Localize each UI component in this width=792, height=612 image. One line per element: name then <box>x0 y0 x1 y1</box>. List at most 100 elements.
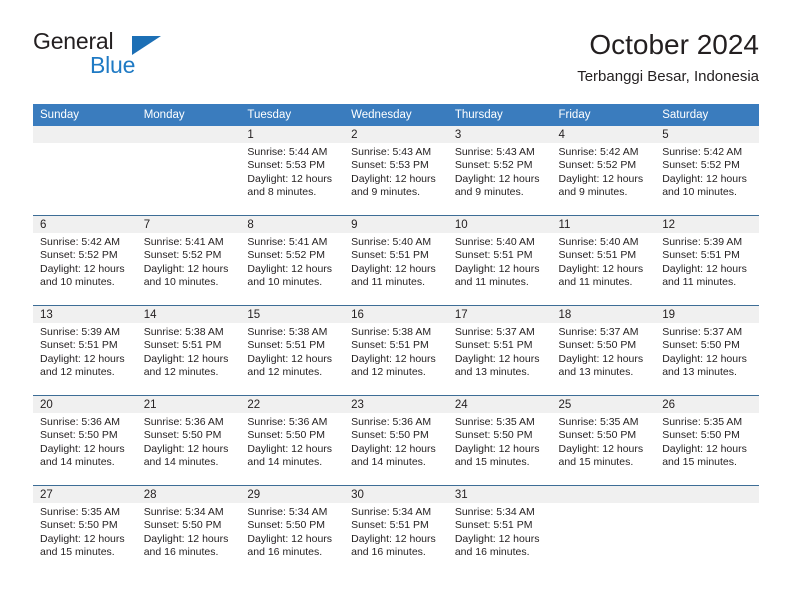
day-cell-inner: 30 Sunrise: 5:34 AM Sunset: 5:51 PM Dayligh… <box>344 486 448 575</box>
logo-triangle-icon <box>132 36 161 55</box>
day-cell-inner: 2 Sunrise: 5:43 AM Sunset: 5:53 PM Daylight… <box>344 126 448 215</box>
sunrise-time: Sunrise: 5:42 AM <box>40 236 120 248</box>
calendar-day-cell[interactable]: 18 Sunrise: 5:37 AM Sunset: 5:50 PM Dayligh… <box>551 305 656 396</box>
calendar-day-cell[interactable]: 11 Sunrise: 5:40 AM Sunset: 5:51 PM Dayligh… <box>551 215 656 306</box>
day-details: Sunrise: 5:34 AM Sunset: 5:50 PM Daylight:… <box>137 503 241 560</box>
calendar-day-cell[interactable]: 23 Sunrise: 5:36 AM Sunset: 5:50 PM Dayligh… <box>344 395 448 486</box>
calendar-day-cell[interactable]: 5 Sunrise: 5:42 AM Sunset: 5:52 PM Daylight… <box>655 126 759 216</box>
day-number: 22 <box>240 396 345 413</box>
day-details: Sunrise: 5:38 AM Sunset: 5:51 PM Daylight:… <box>137 323 241 380</box>
sunrise-time: Sunrise: 5:36 AM <box>247 416 328 428</box>
calendar-day-cell[interactable]: 30 Sunrise: 5:34 AM Sunset: 5:51 PM Dayligh… <box>344 485 448 575</box>
calendar-day-cell[interactable]: 8 Sunrise: 5:41 AM Sunset: 5:52 PM Daylight… <box>240 215 345 306</box>
sunset-time: Sunset: 5:53 PM <box>351 159 429 172</box>
daylight-line-1: Daylight: 12 hours <box>247 262 333 275</box>
calendar-day-cell[interactable]: 27 Sunrise: 5:35 AM Sunset: 5:50 PM Dayligh… <box>33 485 137 575</box>
daylight-line-1: Daylight: 12 hours <box>143 352 229 365</box>
day-cell-inner: 13 Sunrise: 5:39 AM Sunset: 5:51 PM Dayligh… <box>33 306 137 395</box>
daylight-line-2: and 11 minutes. <box>558 276 633 289</box>
calendar-day-cell[interactable]: 20 Sunrise: 5:36 AM Sunset: 5:50 PM Dayligh… <box>33 395 137 486</box>
calendar-day-cell[interactable]: 13 Sunrise: 5:39 AM Sunset: 5:51 PM Dayligh… <box>33 305 137 396</box>
calendar-day-cell[interactable]: 3 Sunrise: 5:43 AM Sunset: 5:52 PM Daylight… <box>447 126 552 216</box>
day-number: 21 <box>136 396 241 413</box>
calendar-day-cell[interactable]: 26 Sunrise: 5:35 AM Sunset: 5:50 PM Dayligh… <box>655 395 759 486</box>
daylight-line-2: and 16 minutes. <box>454 546 530 559</box>
sunset-time: Sunset: 5:50 PM <box>40 429 118 442</box>
calendar-day-cell[interactable]: 4 Sunrise: 5:42 AM Sunset: 5:52 PM Daylight… <box>551 126 656 216</box>
day-details: Sunrise: 5:34 AM Sunset: 5:51 PM Daylight:… <box>344 503 448 560</box>
sunset-time: Sunset: 5:53 PM <box>247 159 326 172</box>
sunset-time: Sunset: 5:52 PM <box>454 159 533 172</box>
day-number: 25 <box>551 396 656 413</box>
calendar-body: 1 Sunrise: 5:44 AM Sunset: 5:53 PM Daylight… <box>33 126 759 575</box>
day-cell-inner: 4 Sunrise: 5:42 AM Sunset: 5:52 PM Daylight… <box>551 126 656 215</box>
sunrise-time: Sunrise: 5:36 AM <box>40 416 120 428</box>
day-cell-inner <box>136 126 241 215</box>
sunset-time: Sunset: 5:51 PM <box>454 249 533 262</box>
day-details <box>655 503 759 506</box>
day-details: Sunrise: 5:42 AM Sunset: 5:52 PM Daylight:… <box>552 143 656 200</box>
daylight-line-2: and 10 minutes. <box>40 276 115 289</box>
sunset-time: Sunset: 5:50 PM <box>351 429 429 442</box>
weekday-header-saturday: Saturday <box>655 104 759 126</box>
daylight-line-2: and 15 minutes. <box>558 456 634 469</box>
daylight-line-1: Daylight: 12 hours <box>558 352 644 365</box>
day-cell-inner: 26 Sunrise: 5:35 AM Sunset: 5:50 PM Dayligh… <box>655 396 759 485</box>
sunrise-time: Sunrise: 5:35 AM <box>662 416 743 428</box>
day-details: Sunrise: 5:38 AM Sunset: 5:51 PM Daylight:… <box>344 323 448 380</box>
calendar-day-cell[interactable]: 31 Sunrise: 5:34 AM Sunset: 5:51 PM Dayligh… <box>447 485 552 575</box>
calendar-day-cell[interactable]: 21 Sunrise: 5:36 AM Sunset: 5:50 PM Dayligh… <box>136 395 241 486</box>
weekday-header-wednesday: Wednesday <box>344 104 448 126</box>
daylight-line-1: Daylight: 12 hours <box>454 172 540 185</box>
daylight-line-1: Daylight: 12 hours <box>247 532 333 545</box>
day-number: 15 <box>240 306 345 323</box>
calendar-day-cell[interactable]: 15 Sunrise: 5:38 AM Sunset: 5:51 PM Dayligh… <box>240 305 345 396</box>
calendar-day-cell[interactable]: 10 Sunrise: 5:40 AM Sunset: 5:51 PM Dayligh… <box>447 215 552 306</box>
calendar-day-cell[interactable]: 2 Sunrise: 5:43 AM Sunset: 5:53 PM Daylight… <box>344 126 448 216</box>
calendar-day-cell[interactable]: 28 Sunrise: 5:34 AM Sunset: 5:50 PM Dayligh… <box>136 485 241 575</box>
title-block: October 2024 Terbanggi Besar, Indonesia <box>577 28 759 88</box>
logo-word-blue: Blue <box>90 52 136 78</box>
calendar-week-row: 13 Sunrise: 5:39 AM Sunset: 5:51 PM Dayligh… <box>33 305 759 396</box>
calendar-day-cell[interactable]: 16 Sunrise: 5:38 AM Sunset: 5:51 PM Dayligh… <box>344 305 448 396</box>
sunset-time: Sunset: 5:51 PM <box>247 339 326 352</box>
sunset-time: Sunset: 5:50 PM <box>662 429 740 442</box>
day-number: 14 <box>136 306 241 323</box>
day-cell-inner <box>33 126 137 215</box>
day-details: Sunrise: 5:35 AM Sunset: 5:50 PM Daylight:… <box>448 413 552 470</box>
calendar-day-cell[interactable]: 6 Sunrise: 5:42 AM Sunset: 5:52 PM Daylight… <box>33 215 137 306</box>
sunrise-time: Sunrise: 5:43 AM <box>454 146 535 158</box>
calendar-day-cell[interactable]: 22 Sunrise: 5:36 AM Sunset: 5:50 PM Dayligh… <box>240 395 345 486</box>
day-details: Sunrise: 5:41 AM Sunset: 5:52 PM Daylight:… <box>137 233 241 290</box>
calendar-day-cell[interactable]: 14 Sunrise: 5:38 AM Sunset: 5:51 PM Dayligh… <box>136 305 241 396</box>
sunrise-time: Sunrise: 5:44 AM <box>247 146 328 158</box>
day-number: 10 <box>447 216 552 233</box>
day-number: 12 <box>655 216 759 233</box>
day-details: Sunrise: 5:40 AM Sunset: 5:51 PM Daylight:… <box>448 233 552 290</box>
day-cell-inner: 17 Sunrise: 5:37 AM Sunset: 5:51 PM Dayligh… <box>447 306 552 395</box>
calendar-day-cell[interactable]: 7 Sunrise: 5:41 AM Sunset: 5:52 PM Daylight… <box>136 215 241 306</box>
day-number: 13 <box>33 306 137 323</box>
calendar-day-cell[interactable]: 19 Sunrise: 5:37 AM Sunset: 5:50 PM Dayligh… <box>655 305 759 396</box>
daylight-line-2: and 12 minutes. <box>40 366 115 379</box>
sunrise-time: Sunrise: 5:35 AM <box>454 416 535 428</box>
day-cell-inner: 5 Sunrise: 5:42 AM Sunset: 5:52 PM Daylight… <box>655 126 759 215</box>
weekday-header-sunday: Sunday <box>33 104 137 126</box>
page-subtitle: Terbanggi Besar, Indonesia <box>577 68 759 85</box>
daylight-line-1: Daylight: 12 hours <box>662 352 747 365</box>
calendar-day-cell[interactable]: 1 Sunrise: 5:44 AM Sunset: 5:53 PM Daylight… <box>240 126 345 216</box>
calendar-day-cell[interactable]: 17 Sunrise: 5:37 AM Sunset: 5:51 PM Dayligh… <box>447 305 552 396</box>
daylight-line-1: Daylight: 12 hours <box>40 442 125 455</box>
calendar-day-cell[interactable]: 25 Sunrise: 5:35 AM Sunset: 5:50 PM Dayligh… <box>551 395 656 486</box>
sunset-time: Sunset: 5:52 PM <box>558 159 637 172</box>
calendar-day-cell[interactable]: 9 Sunrise: 5:40 AM Sunset: 5:51 PM Daylight… <box>344 215 448 306</box>
calendar-day-cell[interactable]: 24 Sunrise: 5:35 AM Sunset: 5:50 PM Dayligh… <box>447 395 552 486</box>
general-blue-logo[interactable]: General Blue <box>33 28 253 86</box>
sunrise-time: Sunrise: 5:40 AM <box>454 236 535 248</box>
daylight-line-1: Daylight: 12 hours <box>40 352 125 365</box>
day-cell-inner: 1 Sunrise: 5:44 AM Sunset: 5:53 PM Daylight… <box>240 126 345 215</box>
day-number <box>655 486 759 503</box>
calendar-day-cell[interactable]: 29 Sunrise: 5:34 AM Sunset: 5:50 PM Dayligh… <box>240 485 345 575</box>
day-number: 28 <box>136 486 241 503</box>
calendar-day-cell[interactable]: 12 Sunrise: 5:39 AM Sunset: 5:51 PM Dayligh… <box>655 215 759 306</box>
